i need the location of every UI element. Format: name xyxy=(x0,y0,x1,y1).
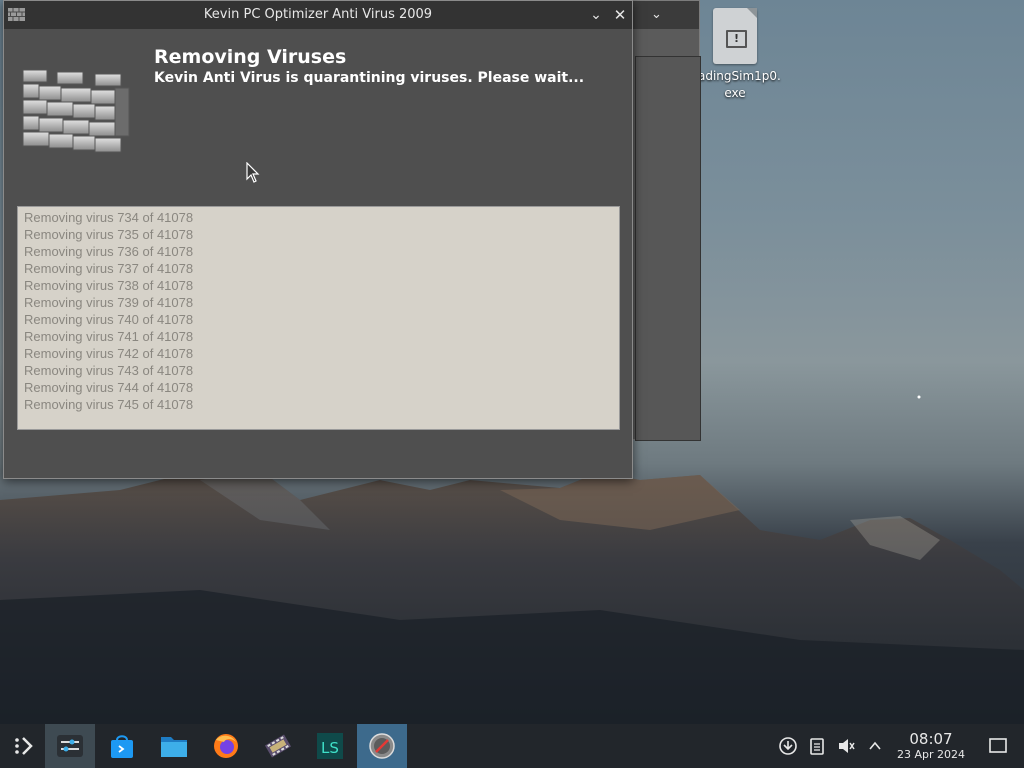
update-notification-icon[interactable] xyxy=(778,736,798,756)
log-line: Removing virus 743 of 41078 xyxy=(24,363,194,378)
chevron-up-icon[interactable] xyxy=(865,736,885,756)
system-settings-icon xyxy=(57,735,83,757)
log-line: Removing virus 741 of 41078 xyxy=(24,329,194,344)
file-manager-task[interactable] xyxy=(149,724,199,768)
status-message: Kevin Anti Virus is quarantining viruses… xyxy=(154,70,585,86)
file-manager-icon xyxy=(161,737,187,757)
log-line: Removing virus 739 of 41078 xyxy=(24,295,194,310)
ls-app-icon: LS xyxy=(317,733,343,759)
svg-text:LS: LS xyxy=(321,739,339,757)
desktop-file-icon[interactable]: ! adingSim1p0. exe xyxy=(698,8,781,102)
log-line: Removing virus 737 of 41078 xyxy=(24,261,194,276)
system-settings-task[interactable] xyxy=(45,724,95,768)
antivirus-task[interactable] xyxy=(357,724,407,768)
video-editor-task[interactable] xyxy=(253,724,303,768)
mouse-cursor-icon xyxy=(246,162,260,183)
desktop-file-label: adingSim1p0. exe xyxy=(698,68,781,102)
chevron-down-icon[interactable]: ⌄ xyxy=(651,7,662,22)
discover-store-task[interactable] xyxy=(97,724,147,768)
virus-removal-log[interactable]: Removing virus 734 of 41078 Removing viru… xyxy=(17,206,620,430)
brick-wall-icon xyxy=(22,69,130,153)
desktop-file-label-line2: exe xyxy=(724,86,746,100)
ls-app-task[interactable]: LS xyxy=(305,724,355,768)
log-line: Removing virus 735 of 41078 xyxy=(24,227,194,242)
antivirus-app-icon xyxy=(369,733,395,759)
firefox-task[interactable] xyxy=(201,724,251,768)
discover-store-icon xyxy=(111,735,133,758)
desktop-file-label-line1: adingSim1p0. xyxy=(698,69,781,83)
window-title: Kevin PC Optimizer Anti Virus 2009 xyxy=(203,7,433,22)
log-line: Removing virus 734 of 41078 xyxy=(24,210,194,225)
taskbar: LS 08:07 23 Apr 2024 xyxy=(0,724,1024,768)
show-desktop-icon[interactable] xyxy=(988,736,1008,756)
log-line: Removing virus 742 of 41078 xyxy=(24,346,194,361)
close-button[interactable]: ✕ xyxy=(610,5,630,25)
log-line: Removing virus 740 of 41078 xyxy=(24,312,194,327)
app-launcher-icon xyxy=(15,737,33,755)
log-line: Removing virus 745 of 41078 xyxy=(24,397,194,412)
log-line: Removing virus 744 of 41078 xyxy=(24,380,194,395)
volume-muted-icon[interactable] xyxy=(836,736,856,756)
app-launcher-button[interactable] xyxy=(0,724,50,768)
antivirus-window: Kevin PC Optimizer Anti Virus 2009 ⌄ ✕ R… xyxy=(3,0,633,479)
background-window-panel xyxy=(635,56,701,441)
clock-time: 08:07 xyxy=(909,730,953,748)
log-line: Removing virus 738 of 41078 xyxy=(24,278,194,293)
video-editor-icon xyxy=(264,734,292,758)
page-heading: Removing Viruses xyxy=(154,46,347,68)
system-clock[interactable]: 08:07 23 Apr 2024 xyxy=(888,731,974,762)
executable-file-icon: ! xyxy=(713,8,757,64)
clock-date: 23 Apr 2024 xyxy=(896,748,965,761)
firefox-icon xyxy=(214,734,238,758)
clipboard-icon[interactable] xyxy=(807,736,827,756)
log-line: Removing virus 736 of 41078 xyxy=(24,244,194,259)
window-titlebar[interactable]: Kevin PC Optimizer Anti Virus 2009 ⌄ ✕ xyxy=(4,1,632,29)
minimize-button[interactable]: ⌄ xyxy=(586,5,606,25)
